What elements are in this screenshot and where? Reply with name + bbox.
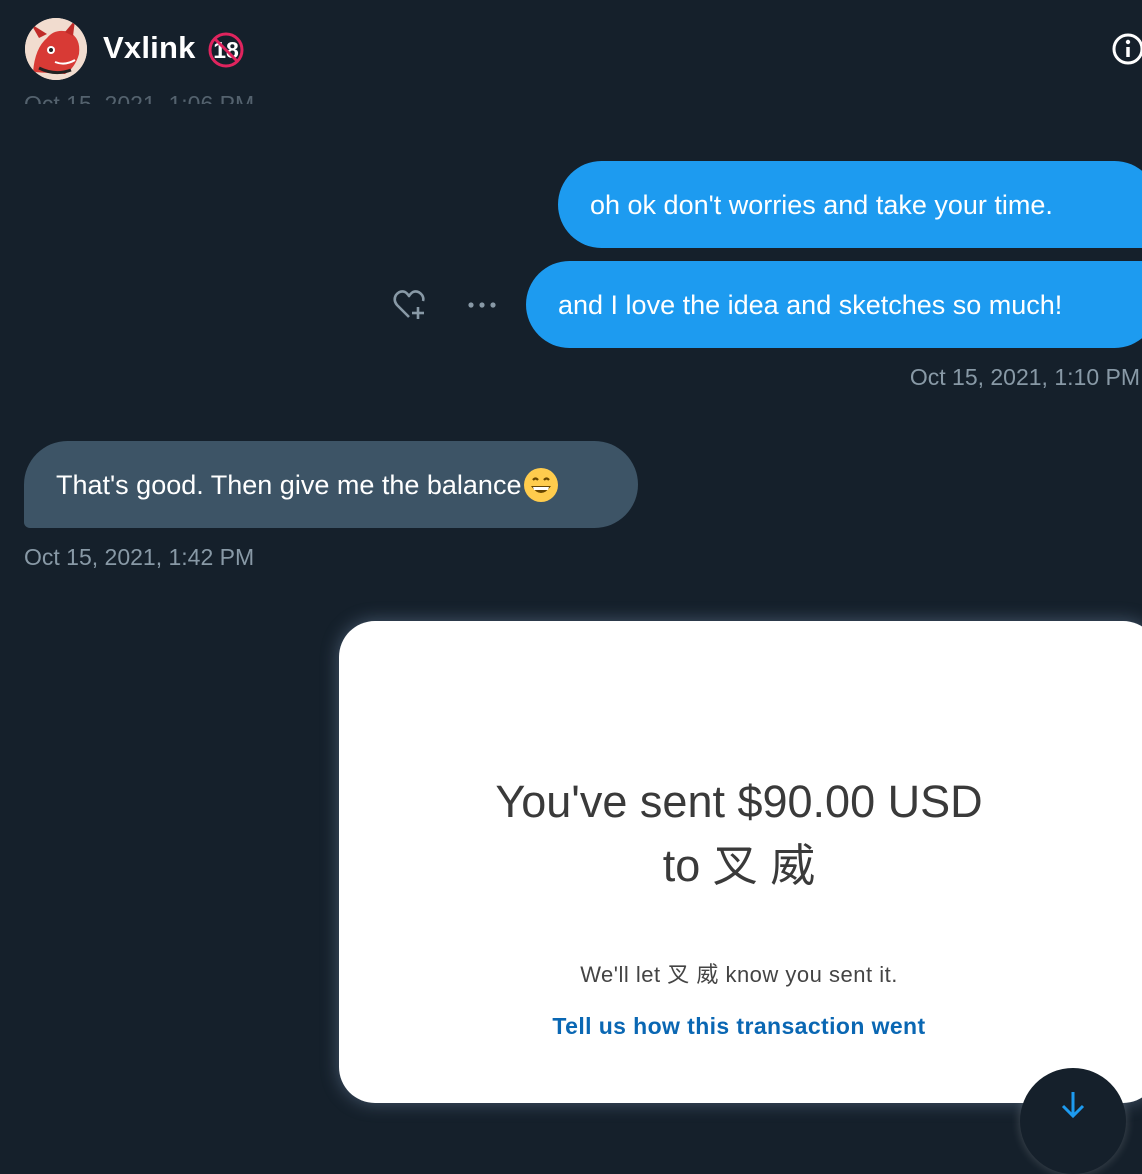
message-text: That's good. Then give me the balance xyxy=(56,469,522,500)
adult-content-badge-icon: 18 xyxy=(207,31,245,69)
more-horizontal-icon[interactable] xyxy=(465,292,499,318)
payment-amount-title: You've sent $90.00 USD xyxy=(495,776,983,827)
payment-notice: We'll let 叉 威 know you sent it. xyxy=(580,962,898,987)
info-circle-icon[interactable] xyxy=(1111,32,1142,66)
previous-timestamp: Oct 15, 2021, 1:06 PM xyxy=(24,91,255,104)
message-text: and I love the idea and sketches so much… xyxy=(558,289,1063,320)
scroll-to-bottom-button[interactable] xyxy=(1020,1068,1126,1174)
sent-message-bubble[interactable]: oh ok don't worries and take your time. xyxy=(558,161,1142,248)
arrow-down-icon xyxy=(1061,1092,1085,1119)
sent-message-bubble[interactable]: and I love the idea and sketches so much… xyxy=(526,261,1142,348)
conversation-header: Vxlink 18 Oct 15, 2021, 1:06 PM xyxy=(0,0,1142,105)
user-avatar[interactable] xyxy=(25,18,87,80)
message-timestamp: Oct 15, 2021, 1:42 PM xyxy=(24,544,255,570)
username[interactable]: Vxlink xyxy=(103,30,196,66)
message-timestamp: Oct 15, 2021, 1:10 PM xyxy=(909,364,1140,390)
message-text: oh ok don't worries and take your time. xyxy=(590,189,1053,220)
grinning-face-emoji-icon xyxy=(523,467,559,503)
payment-recipient: to 叉 威 xyxy=(662,840,816,891)
payment-screenshot-card[interactable]: You've sent $90.00 USD to 叉 威 We'll let … xyxy=(339,621,1142,1103)
transaction-feedback-link[interactable]: Tell us how this transaction went xyxy=(339,1013,1139,1040)
heart-plus-icon[interactable] xyxy=(391,287,427,323)
received-message-bubble[interactable]: That's good. Then give me the balance xyxy=(24,441,638,528)
